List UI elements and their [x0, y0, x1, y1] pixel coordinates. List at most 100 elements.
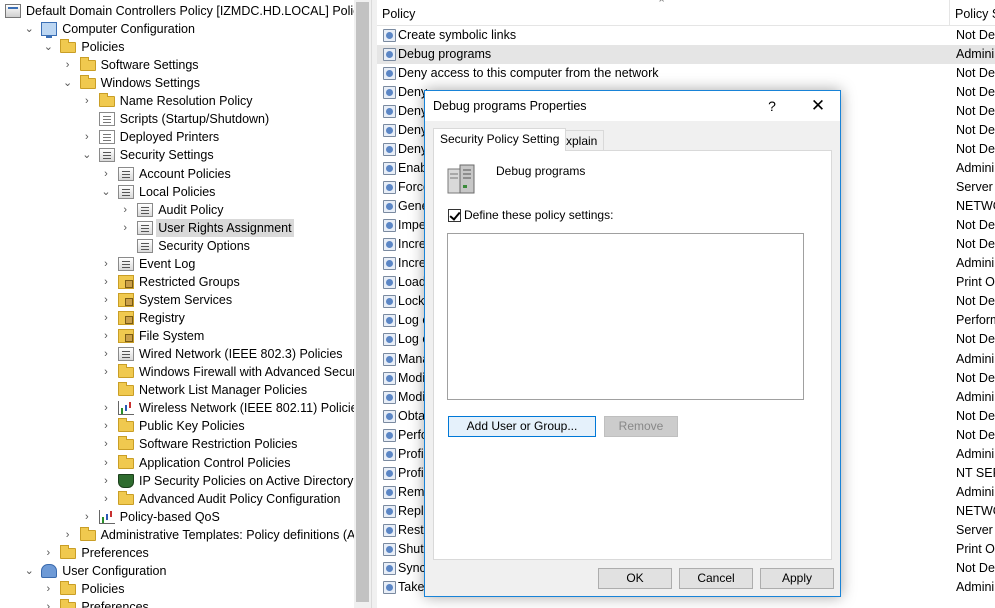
tree-item-label: Advanced Audit Policy Configuration [139, 491, 341, 506]
tree-item[interactable]: › Preferences [0, 544, 354, 562]
policy-icon [118, 256, 134, 271]
chevron-right-icon[interactable]: › [100, 273, 112, 291]
chevron-right-icon[interactable]: › [119, 219, 131, 237]
chevron-down-icon[interactable]: ⌄ [42, 38, 54, 56]
tree-item[interactable]: › Software Restriction Policies [0, 435, 354, 453]
policy-setting-cell: Server O [956, 180, 995, 195]
tree-scrollbar[interactable] [354, 0, 371, 608]
chevron-right-icon[interactable]: › [62, 56, 74, 74]
chevron-down-icon[interactable]: ⌄ [23, 562, 35, 580]
chevron-right-icon[interactable]: › [62, 526, 74, 544]
tree-item[interactable]: ⌄ Computer Configuration [0, 20, 354, 39]
user-right-policy-icon [383, 181, 396, 195]
ok-button[interactable]: OK [598, 568, 672, 589]
policy-row[interactable]: Deny access to this computer from the ne… [377, 64, 995, 83]
chevron-down-icon[interactable]: ⌄ [100, 183, 112, 201]
chevron-right-icon[interactable]: › [100, 490, 112, 508]
policy-row[interactable]: Debug programs Admini [377, 45, 995, 65]
define-policy-label[interactable]: Define these policy settings: [464, 208, 613, 222]
chevron-down-icon[interactable]: ⌄ [23, 20, 35, 38]
tree-item-label: Name Resolution Policy [119, 94, 253, 109]
chevron-right-icon[interactable]: › [100, 309, 112, 327]
user-right-policy-icon [383, 485, 396, 499]
tree-item[interactable]: › Public Key Policies [0, 417, 354, 435]
tree-scroll-thumb[interactable] [356, 2, 369, 602]
tree-item[interactable]: ⌄ Security Settings [0, 146, 354, 164]
define-policy-checkbox[interactable] [448, 209, 461, 222]
help-button[interactable]: ? [761, 95, 783, 117]
tree-item[interactable]: ⌄ Policies [0, 38, 354, 56]
tree-item[interactable]: › Name Resolution Policy [0, 92, 354, 110]
tree-item[interactable]: › Deployed Printers [0, 128, 354, 146]
column-header-policy-setting[interactable]: Policy S [949, 0, 995, 26]
chevron-right-icon[interactable]: › [100, 165, 112, 183]
tree-item[interactable]: › Windows Firewall with Advanced Security [0, 363, 354, 381]
user-right-policy-icon [383, 561, 396, 575]
tree-item[interactable]: ⌄ User Configuration [0, 562, 354, 580]
chevron-right-icon[interactable]: › [100, 363, 112, 381]
tree-item[interactable]: › IP Security Policies on Active Director… [0, 472, 354, 490]
chevron-right-icon[interactable]: › [100, 417, 112, 435]
chevron-right-icon[interactable]: › [100, 345, 112, 363]
tree-item[interactable]: Default Domain Controllers Policy [IZMDC… [0, 2, 354, 20]
tree-item-label: Local Policies [139, 184, 216, 199]
tree-item[interactable]: ⌄ Windows Settings [0, 74, 354, 92]
chevron-right-icon[interactable]: › [100, 472, 112, 490]
chevron-right-icon[interactable]: › [100, 454, 112, 472]
policy-name-cell: Modi [398, 370, 426, 385]
members-listbox[interactable] [447, 233, 804, 400]
user-right-policy-icon [383, 143, 396, 157]
chevron-right-icon[interactable]: › [100, 435, 112, 453]
add-user-or-group-button[interactable]: Add User or Group... [448, 416, 596, 437]
tree-item[interactable]: Scripts (Startup/Shutdown) [0, 110, 354, 128]
cancel-button[interactable]: Cancel [679, 568, 753, 589]
tree-item[interactable]: › Restricted Groups [0, 273, 354, 291]
apply-button[interactable]: Apply [760, 568, 834, 589]
chevron-right-icon[interactable]: › [119, 201, 131, 219]
tree-item[interactable]: › Account Policies [0, 165, 354, 183]
tree-item[interactable]: › File System [0, 327, 354, 345]
tree-item[interactable]: › Software Settings [0, 56, 354, 74]
chevron-right-icon[interactable]: › [100, 255, 112, 273]
tree-item-label: Wired Network (IEEE 802.3) Policies [139, 347, 343, 362]
chevron-right-icon[interactable]: › [100, 399, 112, 417]
tab-security-policy-setting[interactable]: Security Policy Setting [433, 128, 567, 151]
policy-icon [137, 238, 154, 253]
tree-item[interactable]: › Administrative Templates: Policy defini… [0, 526, 354, 544]
chevron-right-icon[interactable]: › [100, 327, 112, 345]
chevron-right-icon[interactable]: › [42, 598, 54, 608]
tree-item[interactable]: ⌄ Local Policies [0, 183, 354, 201]
tree-item[interactable]: › Advanced Audit Policy Configuration [0, 490, 354, 508]
tree-item[interactable]: › Policies [0, 580, 354, 598]
chevron-right-icon[interactable]: › [42, 544, 54, 562]
chevron-down-icon[interactable]: ⌄ [62, 74, 74, 92]
tree-item[interactable]: › Event Log [0, 255, 354, 273]
tree-item[interactable]: Security Options [0, 237, 354, 255]
chevron-right-icon[interactable]: › [81, 508, 93, 526]
policy-row[interactable]: Create symbolic links Not Def [377, 26, 995, 45]
tree-item[interactable]: › User Rights Assignment [0, 218, 354, 237]
tree-item[interactable]: › Registry [0, 309, 354, 327]
tree-item[interactable]: › Preferences [0, 598, 354, 608]
tree-item[interactable]: › Policy-based QoS [0, 508, 354, 526]
tree-item[interactable]: › Application Control Policies [0, 454, 354, 472]
close-button[interactable]: ✕ [803, 95, 833, 117]
chevron-right-icon[interactable]: › [100, 291, 112, 309]
tree-item[interactable]: › Audit Policy [0, 201, 354, 219]
policy-name-cell: Deny access to this computer from the ne… [398, 66, 659, 81]
chevron-right-icon[interactable]: › [81, 92, 93, 110]
chevron-right-icon[interactable]: › [42, 580, 54, 598]
remove-button[interactable]: Remove [604, 416, 678, 437]
policy-name-cell: Deny [398, 123, 428, 138]
tree-item[interactable]: › System Services [0, 291, 354, 309]
dialog-titlebar[interactable]: Debug programs Properties ? ✕ [425, 91, 840, 121]
policy-setting-cell: Admini [956, 484, 995, 499]
tree-item[interactable]: › Wireless Network (IEEE 802.11) Policies [0, 399, 354, 417]
chevron-right-icon[interactable]: › [81, 128, 93, 146]
chevron-down-icon[interactable]: ⌄ [81, 146, 93, 164]
policy-name-cell: Sync [398, 560, 426, 575]
sort-ascending-icon: ⌃ [657, 0, 667, 10]
tree-item[interactable]: Network List Manager Policies [0, 381, 354, 399]
tree-item-label: IP Security Policies on Active Directory… [139, 473, 354, 488]
tree-item[interactable]: › Wired Network (IEEE 802.3) Policies [0, 345, 354, 363]
